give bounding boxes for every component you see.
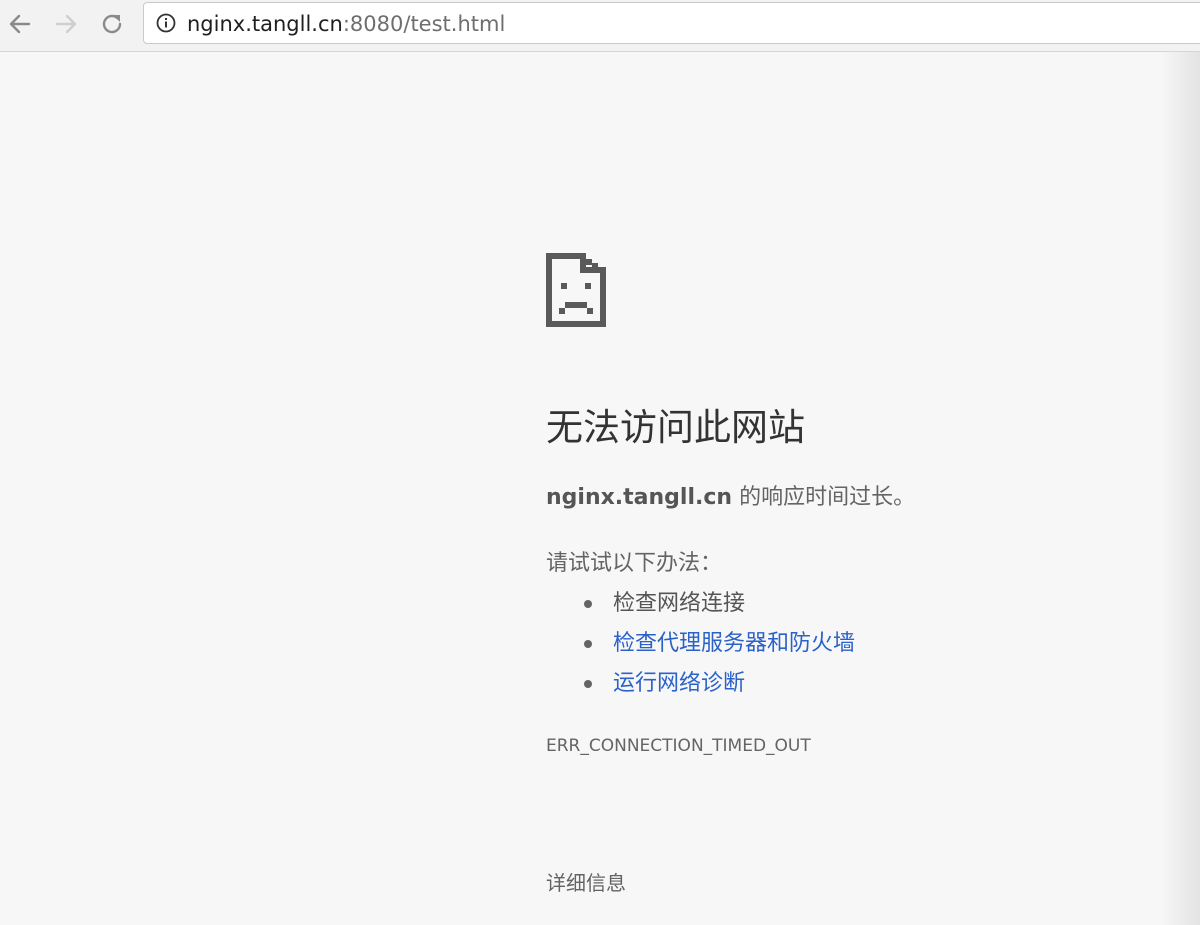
error-heading: 无法访问此网站: [546, 406, 805, 449]
arrow-right-icon: [55, 14, 77, 34]
scroll-edge-shadow: [1160, 52, 1200, 925]
reload-button[interactable]: [96, 8, 128, 40]
url-path: :8080/test.html: [342, 12, 506, 36]
url-text[interactable]: nginx.tangll.cn:8080/test.html: [187, 11, 505, 37]
reload-icon: [102, 14, 122, 34]
summary-host: nginx.tangll.cn: [546, 485, 733, 510]
back-button[interactable]: [4, 8, 36, 40]
bullet-icon: [584, 600, 592, 608]
info-circle-icon[interactable]: [156, 13, 176, 33]
summary-text: 的响应时间过长。: [732, 485, 916, 510]
details-button[interactable]: 详细信息: [546, 870, 626, 896]
arrow-left-icon: [9, 14, 31, 34]
url-host: nginx.tangll.cn: [187, 12, 343, 36]
forward-button[interactable]: [50, 8, 82, 40]
list-item: 检查网络连接: [546, 589, 855, 629]
list-item: 检查代理服务器和防火墙: [546, 629, 855, 669]
bullet-icon: [584, 680, 592, 688]
browser-toolbar: nginx.tangll.cn:8080/test.html: [0, 0, 1200, 52]
error-code: ERR_CONNECTION_TIMED_OUT: [546, 736, 811, 756]
sad-document-icon: [546, 253, 606, 327]
address-bar[interactable]: nginx.tangll.cn:8080/test.html: [143, 2, 1200, 44]
bullet-icon: [584, 640, 592, 648]
suggestion-network-diagnostics-link[interactable]: 运行网络诊断: [613, 671, 745, 696]
suggestion-check-connection: 检查网络连接: [613, 591, 746, 616]
suggestion-check-proxy-link[interactable]: 检查代理服务器和防火墙: [613, 631, 855, 656]
list-item: 运行网络诊断: [546, 669, 855, 709]
suggestions-label: 请试试以下办法：: [546, 551, 723, 576]
error-summary: nginx.tangll.cn 的响应时间过长。: [546, 483, 915, 513]
suggestion-list: 检查网络连接 检查代理服务器和防火墙 运行网络诊断: [546, 589, 855, 709]
